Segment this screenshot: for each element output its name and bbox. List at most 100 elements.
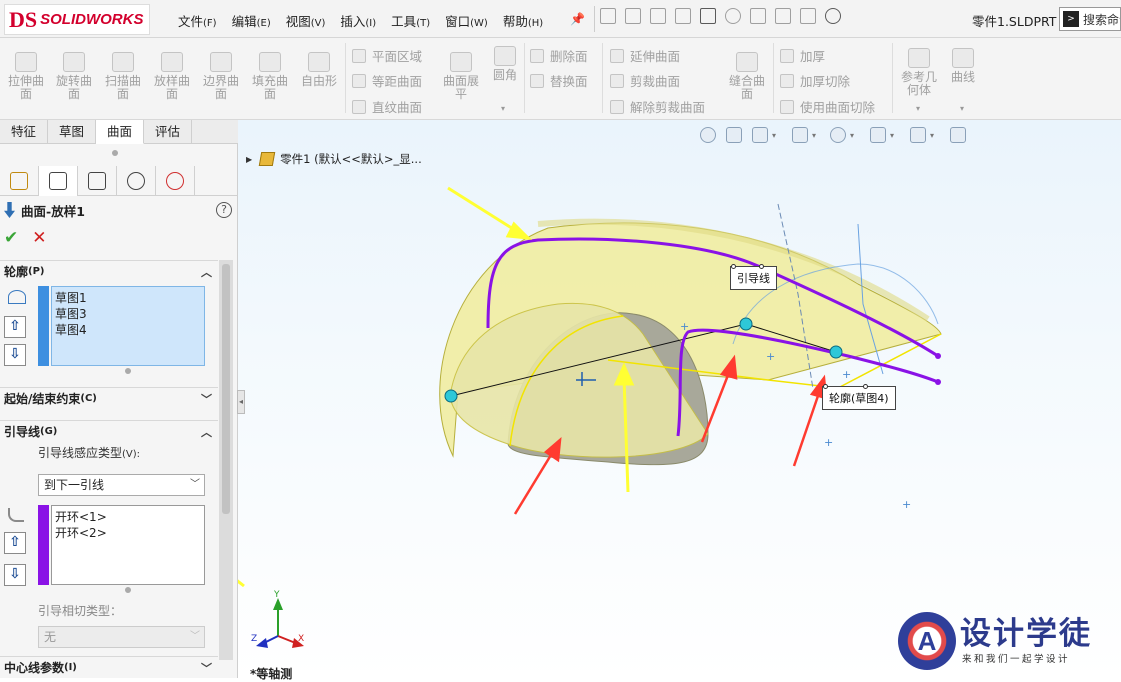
configurationmanager-tab[interactable] (78, 166, 117, 196)
thicken-cut-button[interactable]: 加厚切除 (780, 71, 850, 90)
solidworks-logo[interactable]: DS SOLIDWORKS (4, 4, 150, 35)
tab-sketch[interactable]: 草图 (48, 120, 97, 144)
view-orientation-icon[interactable] (792, 127, 808, 143)
fillet-dropdown-icon[interactable]: ▾ (501, 104, 505, 113)
offset-surface-button[interactable]: 等距曲面 (352, 71, 422, 90)
list-item[interactable]: 草图3 (55, 305, 87, 322)
home-icon[interactable] (600, 8, 616, 24)
panel-collapse-handle[interactable]: ◂ (237, 390, 245, 414)
select-arrow-icon[interactable] (750, 8, 766, 24)
fillet-button[interactable]: 圆角 (485, 46, 525, 82)
surface-flatten-button[interactable]: 曲面展平 (440, 52, 482, 101)
save-icon[interactable] (675, 8, 691, 24)
revolved-surface-button[interactable]: 旋转曲面 (52, 52, 96, 101)
connector-handle[interactable] (444, 389, 458, 403)
list-item[interactable]: 开环<2> (55, 524, 107, 541)
list-item[interactable]: 开环<1> (55, 508, 107, 525)
swept-surface-button[interactable]: 扫描曲面 (101, 52, 145, 101)
appearance-dropdown-icon[interactable]: ▾ (890, 131, 894, 140)
ruled-surface-button[interactable]: 直纹曲面 (352, 97, 422, 116)
menu-tools[interactable]: 工具(T) (391, 11, 430, 30)
lofted-surface-button[interactable]: 放样曲面 (150, 52, 194, 101)
help-icon[interactable]: ? (216, 202, 232, 218)
guide-move-down-button[interactable]: ⇩ (4, 564, 26, 586)
tab-features[interactable]: 特征 (0, 120, 49, 144)
guide-move-up-button[interactable]: ⇧ (4, 532, 26, 554)
display-dropdown-icon[interactable]: ▾ (930, 131, 934, 140)
collapse-chevron-icon[interactable]: ︿ (201, 264, 212, 280)
freeform-button[interactable]: 自由形 (297, 52, 341, 88)
tab-evaluate[interactable]: 评估 (144, 120, 193, 144)
move-up-button[interactable]: ⇧ (4, 316, 26, 338)
featuremanager-tab[interactable] (0, 166, 39, 196)
extruded-surface-button[interactable]: 拉伸曲面 (4, 52, 48, 101)
appearance-icon[interactable] (870, 127, 886, 143)
start-end-constraints-header[interactable]: 起始/结束约束 (C) ﹀ (0, 387, 218, 409)
panel-scrollbar[interactable] (219, 260, 233, 660)
guide-curves-header[interactable]: 引导线 (G) ︿ (0, 420, 218, 442)
model-view[interactable]: + + + + + (238, 144, 1121, 678)
collapse-chevron-icon[interactable]: ︿ (201, 424, 212, 440)
list-resize-handle[interactable] (125, 368, 131, 374)
guide-influence-select[interactable]: 到下一引线 ﹀ (38, 474, 205, 496)
list-item[interactable]: 草图4 (55, 321, 87, 338)
file-properties-icon[interactable] (800, 8, 816, 24)
expand-chevron-icon[interactable]: ﹀ (201, 391, 212, 407)
new-document-icon[interactable] (625, 8, 641, 24)
curves-button[interactable]: 曲线 (944, 48, 982, 84)
section-dropdown-icon[interactable]: ▾ (772, 131, 776, 140)
rebuild-icon[interactable] (775, 8, 791, 24)
trim-surface-button[interactable]: 剪裁曲面 (610, 71, 680, 90)
reference-geometry-button[interactable]: 参考几何体 (896, 48, 942, 97)
display-manager-tab[interactable] (156, 166, 195, 196)
zoom-to-fit-icon[interactable] (700, 127, 716, 143)
guides-list[interactable]: 开环<1> 开环<2> (51, 505, 205, 585)
hide-show-dropdown-icon[interactable]: ▾ (850, 131, 854, 140)
profiles-list[interactable]: 草图1 草图3 草图4 (51, 286, 205, 366)
move-down-button[interactable]: ⇩ (4, 344, 26, 366)
reference-geometry-dropdown-icon[interactable]: ▾ (916, 104, 920, 113)
menu-edit[interactable]: 编辑(E) (232, 11, 271, 30)
menu-insert[interactable]: 插入(I) (340, 11, 376, 30)
planar-surface-button[interactable]: 平面区域 (352, 46, 422, 65)
knit-surface-button[interactable]: 缝合曲面 (726, 52, 768, 101)
cut-with-surface-button[interactable]: 使用曲面切除 (780, 97, 875, 116)
extend-surface-button[interactable]: 延伸曲面 (610, 46, 680, 65)
list-resize-handle[interactable] (125, 587, 131, 593)
centerline-params-header[interactable]: 中心线参数 (I) ﹀ (0, 656, 218, 678)
triad-view-icon[interactable] (950, 127, 966, 143)
menu-file[interactable]: 文件(F) (178, 11, 217, 30)
thicken-button[interactable]: 加厚 (780, 46, 825, 65)
profiles-section-header[interactable]: 轮廓 (P) ︿ (0, 260, 218, 282)
replace-face-button[interactable]: 替换面 (530, 71, 588, 90)
boundary-surface-button[interactable]: 边界曲面 (199, 52, 243, 101)
open-folder-icon[interactable] (650, 8, 666, 24)
menu-view[interactable]: 视图(V) (286, 11, 326, 30)
menu-help[interactable]: 帮助(H) (503, 11, 543, 30)
tab-surfaces[interactable]: 曲面 (96, 120, 145, 144)
view-orientation-dropdown-icon[interactable]: ▾ (812, 131, 816, 140)
search-commands[interactable]: > 搜索命令 (1059, 7, 1121, 31)
zoom-area-icon[interactable] (726, 127, 742, 143)
display-monitor-icon[interactable] (910, 127, 926, 143)
dimxpert-tab[interactable] (117, 166, 156, 196)
expand-chevron-icon[interactable]: ﹀ (201, 660, 212, 676)
cancel-button[interactable]: ✕ (32, 228, 46, 248)
list-item[interactable]: 草图1 (55, 289, 87, 306)
guide-tangency-select[interactable]: 无 ﹀ (38, 626, 205, 648)
filled-surface-button[interactable]: 填充曲面 (248, 52, 292, 101)
scrollbar-thumb[interactable] (222, 264, 230, 514)
gear-icon[interactable] (825, 8, 841, 24)
connector-handle[interactable] (739, 317, 753, 331)
print-icon[interactable] (700, 8, 716, 24)
delete-face-button[interactable]: 删除面 (530, 46, 588, 65)
curves-dropdown-icon[interactable]: ▾ (960, 104, 964, 113)
section-view-icon[interactable] (752, 127, 768, 143)
callout-profile[interactable]: 轮廓(草图4) (822, 384, 896, 410)
ok-button[interactable]: ✔ (4, 228, 18, 248)
undo-icon[interactable] (725, 8, 741, 24)
untrim-surface-button[interactable]: 解除剪裁曲面 (610, 97, 705, 116)
propertymanager-tab[interactable] (39, 166, 78, 196)
connector-handle[interactable] (829, 345, 843, 359)
menu-window[interactable]: 窗口(W) (445, 11, 488, 30)
